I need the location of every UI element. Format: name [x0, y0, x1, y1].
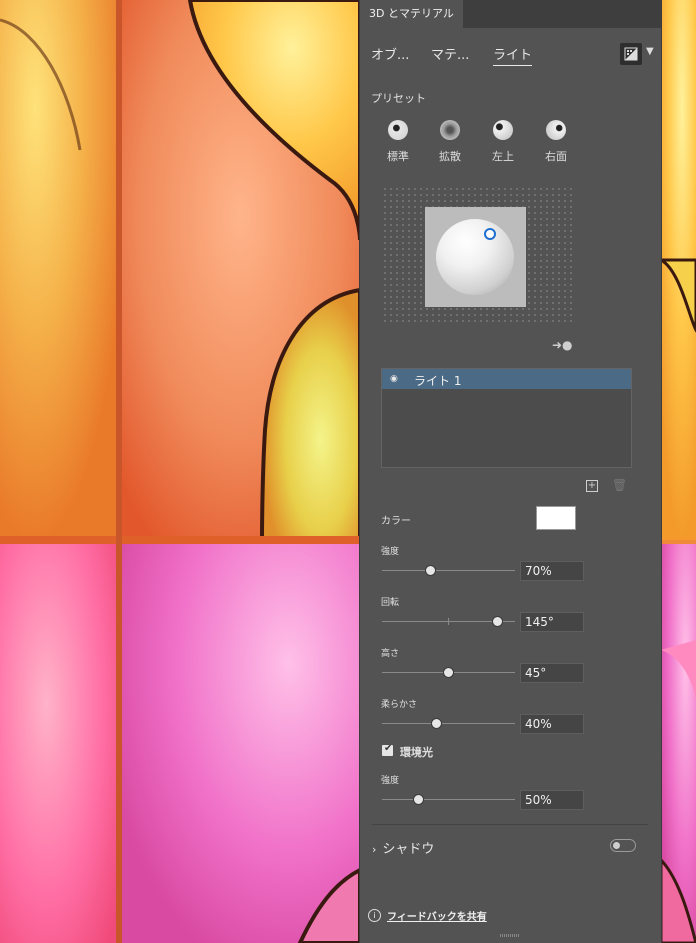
slider-track [382, 799, 515, 800]
intensity-field[interactable]: 70% [520, 561, 584, 581]
shadow-section-header[interactable]: › シャドウ [372, 838, 434, 857]
preset-label: 標準 [387, 150, 409, 163]
eye-icon[interactable]: ◉ [390, 374, 398, 384]
tab-lighting[interactable]: ライト [493, 44, 533, 66]
light-position-handle[interactable] [484, 228, 496, 240]
feedback-link[interactable]: i フィードバックを共有 [368, 908, 487, 923]
add-light-icon[interactable]: + [586, 480, 598, 492]
chevron-right-icon: › [372, 843, 377, 856]
resize-grip[interactable] [500, 934, 520, 937]
light-standard-icon [388, 120, 408, 140]
slider-thumb[interactable] [492, 616, 504, 627]
trash-icon[interactable]: 🗑 [612, 478, 627, 492]
list-item[interactable]: ◉ ライト 1 [382, 369, 631, 389]
preset-right[interactable]: 右面 [536, 120, 576, 164]
panel-tab-title[interactable]: 3D とマテリアル [360, 0, 463, 28]
slider-thumb[interactable] [412, 794, 424, 805]
height-slider[interactable] [382, 666, 515, 680]
3d-materials-panel: 3D とマテリアル オブ... マテ... ライト ▼ プリセット 標準 拡散 … [360, 0, 661, 943]
slider-track [382, 570, 515, 571]
preview-sphere [436, 219, 514, 295]
ambient-light-checkbox[interactable]: ✔ [382, 743, 393, 756]
color-label: カラー [381, 516, 411, 527]
preset-label: 拡散 [439, 150, 461, 163]
feedback-label: フィードバックを共有 [387, 912, 487, 923]
light-top-left-icon [493, 120, 513, 140]
light-name: ライト 1 [414, 374, 462, 388]
softness-slider[interactable] [382, 717, 515, 731]
light-list: ◉ ライト 1 [381, 368, 632, 468]
softness-label: 柔らかさ [381, 700, 418, 710]
tab-object[interactable]: オブ... [371, 44, 409, 63]
height-field[interactable]: 45° [520, 663, 584, 683]
rotation-label: 回転 [381, 598, 400, 608]
light-preview[interactable] [425, 207, 526, 307]
intensity-slider[interactable] [382, 564, 515, 578]
rotation-field[interactable]: 145° [520, 612, 584, 632]
preset-diffuse[interactable]: 拡散 [430, 120, 470, 164]
softness-field[interactable]: 40% [520, 714, 584, 734]
light-right-icon [546, 120, 566, 140]
render-mode-button[interactable] [620, 43, 642, 65]
ambient-intensity-label: 強度 [381, 776, 400, 786]
shadow-label: シャドウ [382, 842, 435, 857]
color-swatch[interactable] [536, 506, 576, 530]
slider-thumb[interactable] [443, 667, 454, 678]
preset-label: 左上 [492, 150, 514, 163]
info-icon: i [368, 909, 381, 922]
checkmark-icon: ✔ [384, 743, 393, 754]
light-diffuse-icon [440, 120, 460, 140]
preset-label: 右面 [545, 150, 567, 163]
slider-thumb[interactable] [430, 718, 442, 729]
slider-center-tick [448, 618, 449, 625]
panel-tab-bar: 3D とマテリアル [360, 0, 661, 28]
move-light-to-back-icon[interactable]: ➜● [552, 338, 573, 352]
ambient-light-label: 環境光 [400, 746, 433, 759]
slider-thumb[interactable] [424, 565, 436, 576]
preset-heading: プリセット [371, 92, 426, 105]
chevron-down-icon[interactable]: ▼ [646, 46, 654, 57]
intensity-label: 強度 [381, 547, 400, 557]
preset-top-left[interactable]: 左上 [483, 120, 523, 164]
slider-track [382, 723, 515, 724]
ambient-intensity-slider[interactable] [382, 793, 515, 807]
ambient-intensity-field[interactable]: 50% [520, 790, 584, 810]
height-label: 高さ [381, 649, 400, 659]
rotation-slider[interactable] [382, 615, 515, 629]
toggle-knob [613, 842, 620, 849]
section-divider [372, 824, 648, 825]
render-icon [624, 47, 638, 61]
shadow-toggle[interactable] [610, 839, 636, 852]
tab-materials[interactable]: マテ... [431, 44, 469, 63]
preset-standard[interactable]: 標準 [378, 120, 418, 164]
